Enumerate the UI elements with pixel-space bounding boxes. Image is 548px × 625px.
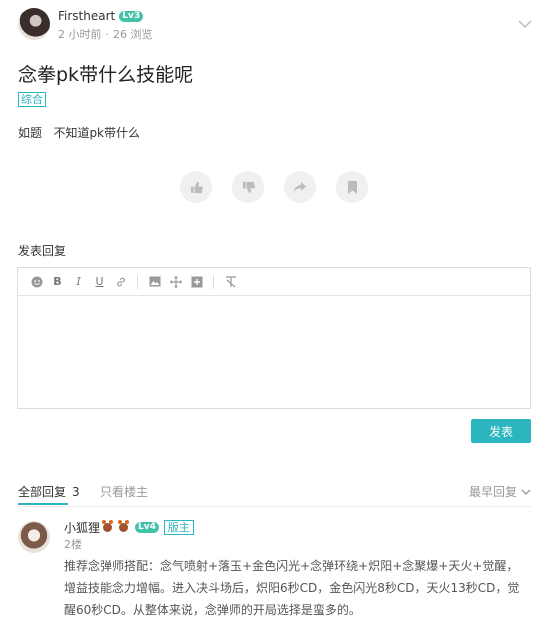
- chevron-down-icon: [521, 489, 531, 495]
- tab-all-replies[interactable]: 全部回复 3: [18, 483, 80, 500]
- post-meta: 2 小时前 · 26 浏览: [58, 26, 153, 42]
- toolbar-divider: [137, 274, 138, 289]
- post-actions: [180, 171, 368, 203]
- thumb-down-icon: [242, 181, 255, 193]
- moderator-badge: 版主: [163, 520, 194, 535]
- underline-icon[interactable]: U: [89, 272, 110, 292]
- dislike-button[interactable]: [232, 171, 264, 203]
- submit-reply-button[interactable]: 发表: [471, 419, 531, 443]
- meta-separator: ·: [105, 28, 110, 41]
- bookmark-button[interactable]: [336, 171, 368, 203]
- active-tab-indicator: [18, 503, 68, 505]
- tab-owner-only[interactable]: 只看楼主: [100, 483, 148, 500]
- share-button[interactable]: [284, 171, 316, 203]
- insert-icon[interactable]: [186, 272, 207, 292]
- toolbar-divider: [213, 274, 214, 289]
- post-time: 2 小时前: [58, 28, 102, 41]
- thumb-up-icon: [190, 181, 203, 193]
- sort-dropdown[interactable]: 最早回复: [469, 483, 531, 500]
- post-header: Firstheart Lv3 2 小时前 · 26 浏览: [18, 8, 534, 44]
- clear-format-icon[interactable]: [220, 272, 241, 292]
- move-icon[interactable]: [165, 272, 186, 292]
- chevron-down-icon[interactable]: [518, 16, 532, 30]
- tabs-divider: [18, 506, 531, 507]
- share-icon: [294, 181, 306, 192]
- view-count: 26 浏览: [113, 28, 153, 41]
- link-icon[interactable]: [110, 272, 131, 292]
- sort-label: 最早回复: [468, 485, 517, 499]
- editor-toolbar: B I U: [18, 268, 530, 296]
- reply-count: 3: [72, 485, 80, 499]
- level-badge: Lv3: [119, 10, 144, 22]
- bookmark-icon: [347, 180, 357, 194]
- reply-avatar[interactable]: [18, 521, 50, 553]
- paw-icon: [118, 520, 130, 532]
- post-title: 念拳pk带什么技能呢: [18, 64, 194, 86]
- post-content: 如题 不知道pk带什么: [18, 126, 141, 140]
- emoji-icon[interactable]: [26, 272, 47, 292]
- author-line: Firstheart Lv3: [58, 9, 144, 23]
- italic-icon[interactable]: I: [68, 272, 89, 292]
- reply-form-label: 发表回复: [18, 244, 67, 258]
- paw-icon: [102, 520, 114, 532]
- category-tag[interactable]: 综合: [18, 92, 46, 107]
- level-badge: Lv4: [135, 522, 159, 533]
- author-name[interactable]: Firstheart: [58, 9, 115, 23]
- reply-editor: B I U: [17, 267, 531, 409]
- reply-content: 推荐念弹师搭配：念气喷射+落玉+金色闪光+念弹环绕+炽阳+念聚爆+天火+觉醒，增…: [64, 559, 520, 617]
- like-button[interactable]: [180, 171, 212, 203]
- image-icon[interactable]: [144, 272, 165, 292]
- reply-author-line: 小狐狸 Lv4 版主: [64, 519, 194, 536]
- reply-author-name[interactable]: 小狐狸: [64, 519, 100, 536]
- author-avatar[interactable]: [18, 8, 50, 40]
- floor-number: 2楼: [64, 538, 82, 551]
- reply-tabs: 全部回复 3 只看楼主 最早回复: [18, 483, 531, 507]
- bold-icon[interactable]: B: [47, 272, 68, 292]
- tab-all-label: 全部回复: [18, 485, 67, 499]
- reply-textarea[interactable]: [18, 296, 530, 408]
